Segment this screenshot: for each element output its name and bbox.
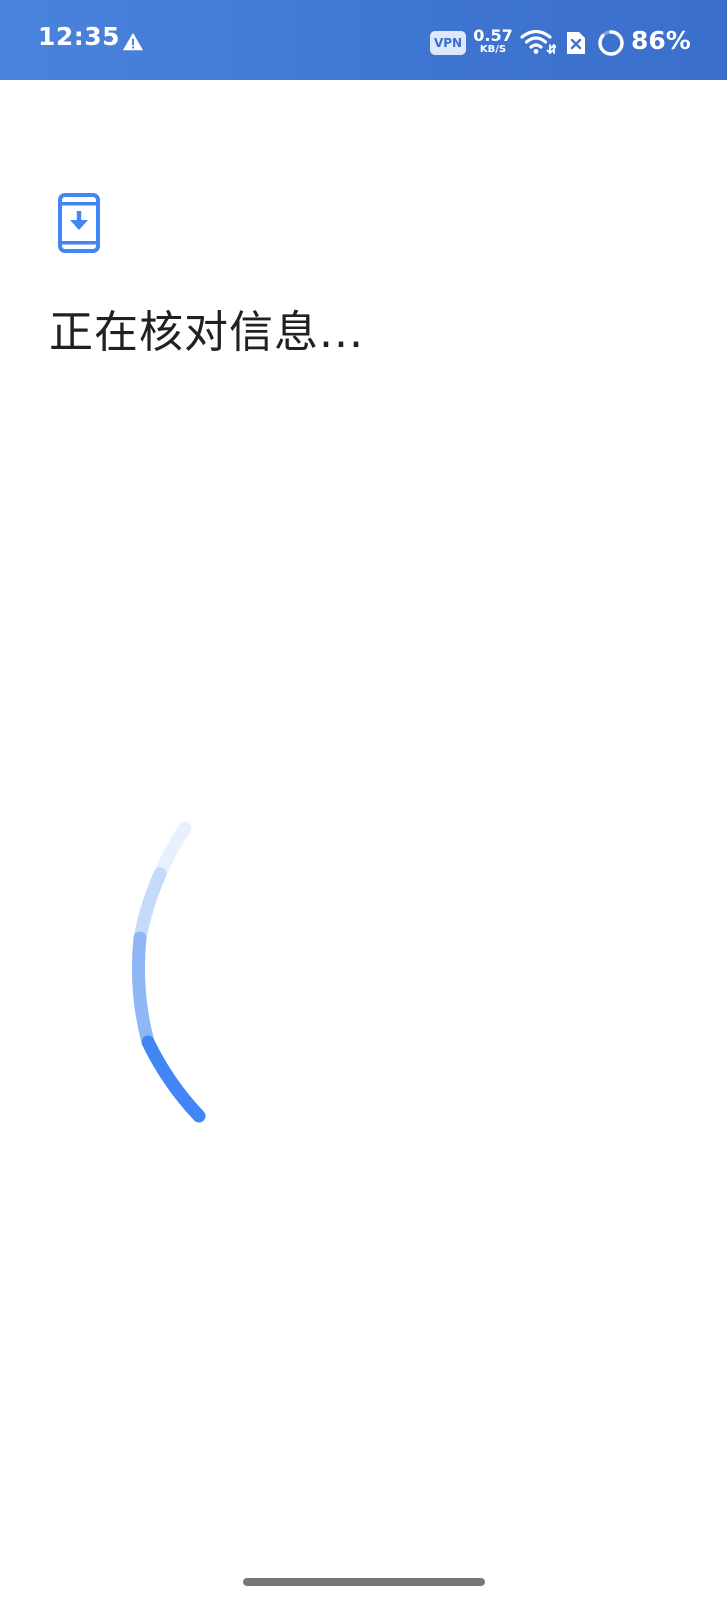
network-speed: 0.57 KB/S: [472, 28, 514, 55]
status-time: 12:35: [38, 22, 121, 51]
network-speed-value: 0.57: [473, 26, 513, 45]
loading-spinner-icon: [131, 821, 206, 1123]
battery-percent: 86%: [631, 26, 691, 55]
status-bar: 12:35 VPN 0.57 KB/S 86%: [0, 0, 727, 80]
battery-ring-icon: [598, 30, 624, 56]
wifi-icon: [520, 29, 556, 55]
page-title: 正在核对信息...: [49, 307, 364, 358]
warning-triangle-icon: [122, 32, 144, 51]
phone-download-icon: [58, 193, 100, 253]
home-indicator[interactable]: [243, 1578, 485, 1586]
network-speed-unit: KB/S: [479, 44, 507, 55]
no-sim-icon: [567, 32, 585, 54]
screen: 12:35 VPN 0.57 KB/S 86% 正在核对信息...: [0, 0, 727, 1600]
vpn-badge: VPN: [430, 31, 466, 55]
